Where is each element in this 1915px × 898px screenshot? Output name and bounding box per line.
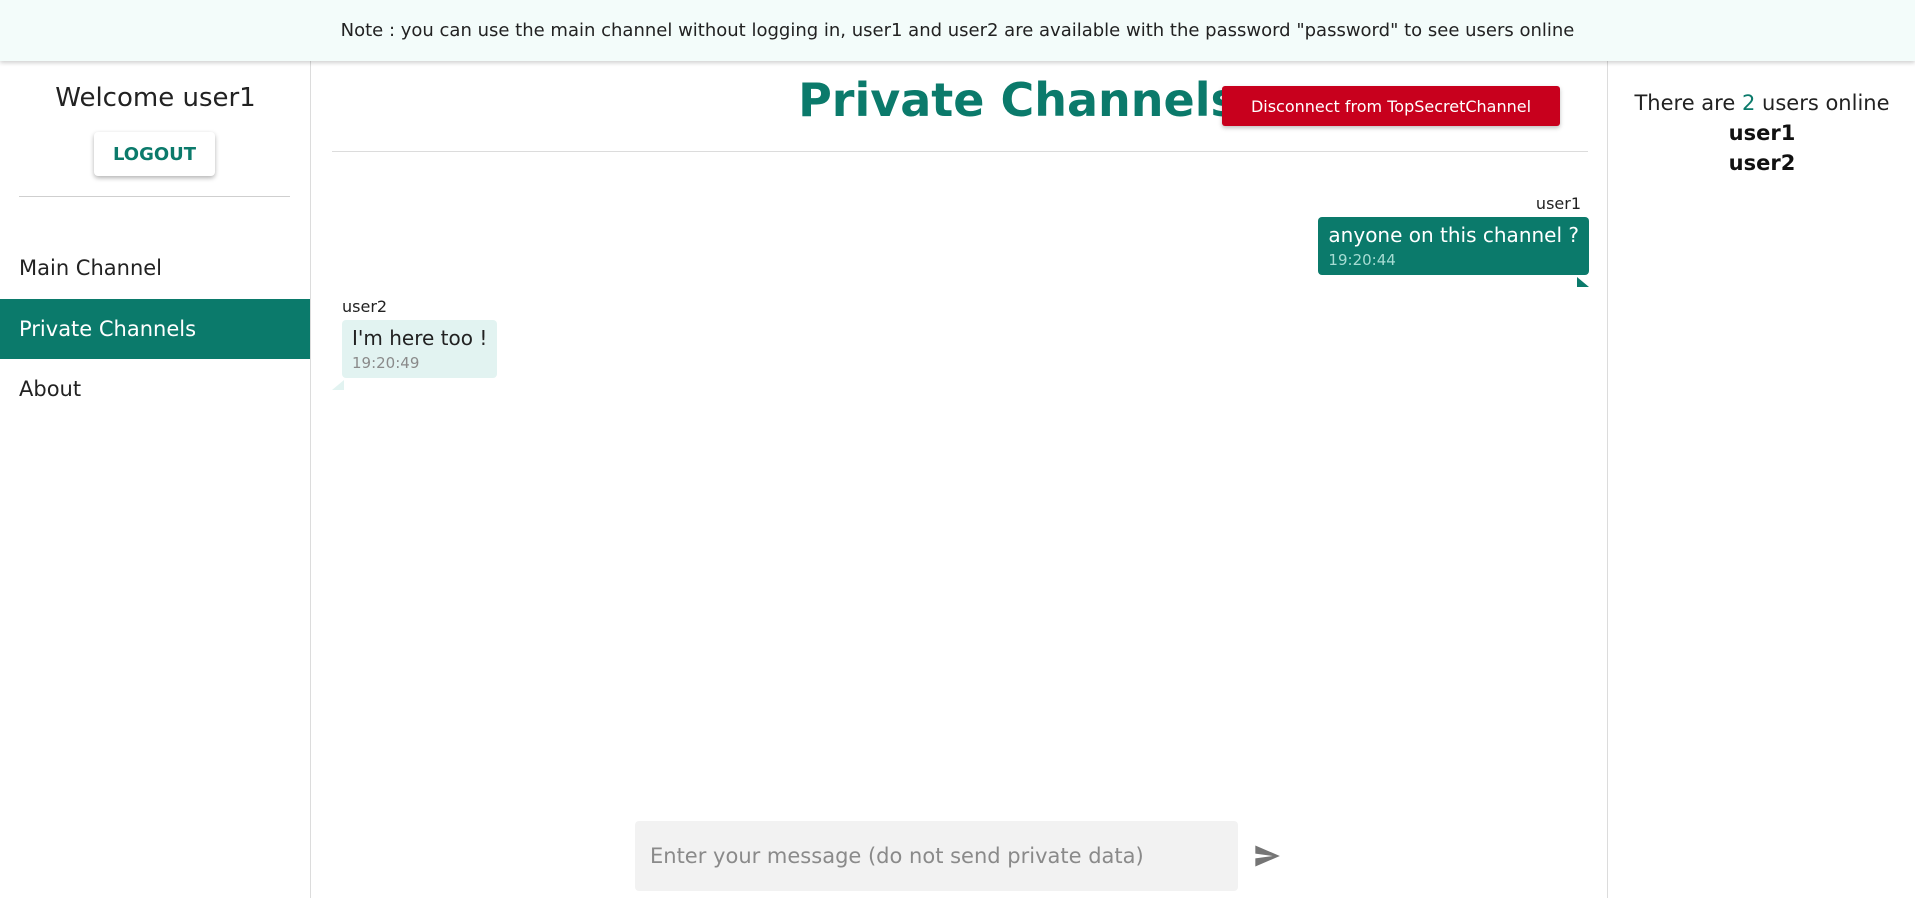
welcome-text: Welcome user1 xyxy=(55,83,256,113)
chat-main: Private Channels Disconnect from TopSecr… xyxy=(312,61,1607,898)
bubble-tail xyxy=(1577,277,1589,287)
online-users-panel: There are 2 users online user1 user2 xyxy=(1607,61,1915,898)
message-bubble-mine: anyone on this channel ? 19:20:44 xyxy=(1318,217,1589,275)
online-count: 2 xyxy=(1741,91,1756,115)
online-count-line: There are 2 users online xyxy=(1608,91,1915,115)
info-note-text: Note : you can use the main channel with… xyxy=(340,20,1575,41)
header-divider xyxy=(332,151,1588,152)
message-time: 19:20:49 xyxy=(352,354,420,372)
sidebar-divider xyxy=(19,196,290,197)
info-note-bar: Note : you can use the main channel with… xyxy=(0,0,1915,61)
message-author: user2 xyxy=(342,297,388,316)
logout-button[interactable]: LOGOUT xyxy=(94,132,215,176)
message-bubble-theirs: I'm here too ! 19:20:49 xyxy=(342,320,498,378)
message-text: I'm here too ! xyxy=(352,326,488,350)
sidebar-item-about[interactable]: About xyxy=(0,359,310,419)
message-author: user1 xyxy=(1535,194,1581,213)
disconnect-button[interactable]: Disconnect from TopSecretChannel xyxy=(1222,86,1560,126)
sidebar: Welcome user1 LOGOUT Main Channel Privat… xyxy=(0,61,311,898)
message-text: anyone on this channel ? xyxy=(1328,223,1579,247)
message-input[interactable] xyxy=(635,821,1238,891)
bubble-tail xyxy=(332,380,344,390)
sidebar-item-main-channel[interactable]: Main Channel xyxy=(0,238,310,298)
online-suffix: users online xyxy=(1762,91,1890,115)
online-user: user1 xyxy=(1728,121,1796,145)
message-time: 19:20:44 xyxy=(1328,251,1396,269)
page-title: Private Channels xyxy=(798,73,1238,127)
send-icon[interactable] xyxy=(1252,842,1282,870)
online-user: user2 xyxy=(1728,151,1796,175)
sidebar-item-private-channels[interactable]: Private Channels xyxy=(0,299,310,359)
online-prefix: There are xyxy=(1634,91,1736,115)
